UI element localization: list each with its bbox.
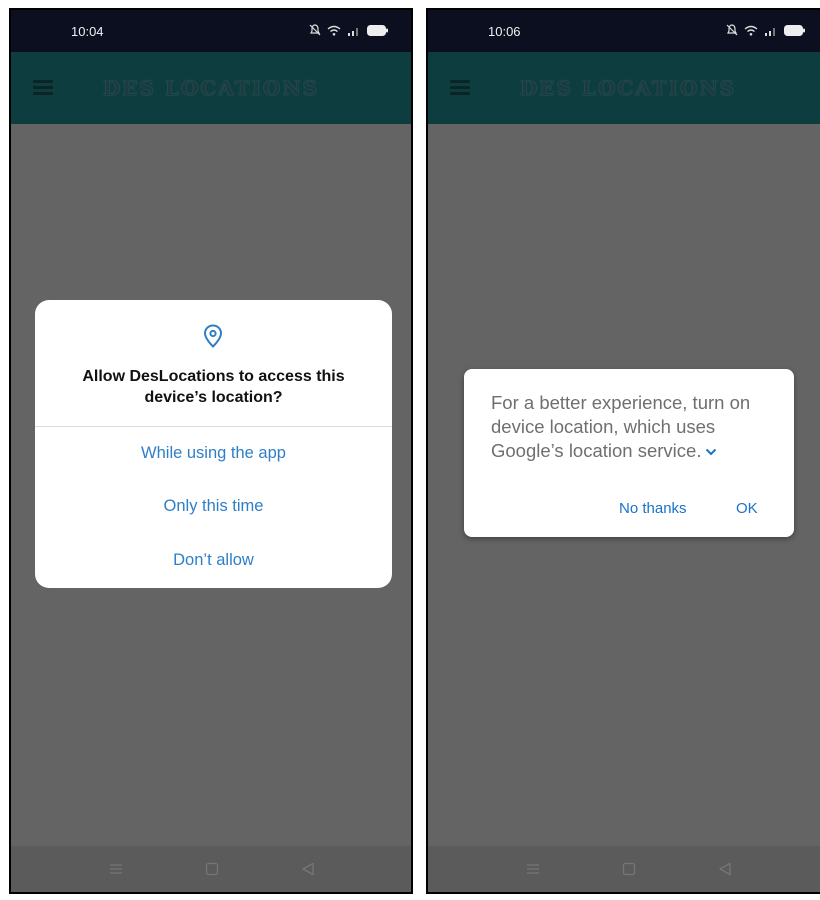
location-permission-dialog: Allow DesLocations to access this device… bbox=[35, 300, 392, 588]
dialog-title: Allow DesLocations to access this device… bbox=[82, 368, 345, 406]
app-title: DES LOCATIONS bbox=[102, 76, 320, 100]
location-pin-icon bbox=[203, 324, 223, 348]
menu-nav-icon[interactable] bbox=[526, 862, 540, 876]
status-icons bbox=[726, 24, 806, 36]
ok-button[interactable]: OK bbox=[736, 500, 758, 517]
back-nav-icon[interactable] bbox=[301, 862, 315, 876]
wifi-icon bbox=[327, 25, 341, 36]
battery-icon bbox=[367, 24, 388, 36]
chevron-down-icon[interactable] bbox=[705, 448, 717, 456]
status-time: 10:04 bbox=[71, 24, 104, 39]
status-time: 10:06 bbox=[488, 24, 521, 39]
dont-allow-button[interactable]: Don’t allow bbox=[35, 551, 392, 570]
home-nav-icon[interactable] bbox=[622, 862, 636, 876]
phone-screen-left: 10:04 DES LOCATIONS Allow DesLocations t… bbox=[9, 8, 413, 894]
home-nav-icon[interactable] bbox=[205, 862, 219, 876]
no-thanks-button[interactable]: No thanks bbox=[619, 500, 687, 517]
screen-content: 10:04 DES LOCATIONS Allow DesLocations t… bbox=[11, 10, 411, 892]
dialog-message: For a better experience, turn on device … bbox=[491, 391, 770, 463]
app-bar: DES LOCATIONS bbox=[428, 52, 820, 124]
back-nav-icon[interactable] bbox=[718, 862, 732, 876]
wifi-icon bbox=[744, 25, 758, 36]
only-this-time-button[interactable]: Only this time bbox=[35, 497, 392, 516]
app-bar: DES LOCATIONS bbox=[11, 52, 411, 124]
menu-nav-icon[interactable] bbox=[109, 862, 123, 876]
device-location-dialog: For a better experience, turn on device … bbox=[464, 369, 794, 537]
phone-screen-right: 10:06 DES LOCATIONS For a better experie… bbox=[426, 8, 820, 894]
mute-icon bbox=[726, 24, 738, 36]
divider bbox=[35, 426, 392, 427]
mute-icon bbox=[309, 24, 321, 36]
status-bar: 10:04 bbox=[11, 10, 411, 52]
status-bar: 10:06 bbox=[428, 10, 820, 52]
signal-icon bbox=[765, 27, 775, 36]
navigation-bar bbox=[428, 846, 820, 892]
navigation-bar bbox=[11, 846, 411, 892]
screen-content: 10:06 DES LOCATIONS For a better experie… bbox=[428, 10, 820, 892]
while-using-app-button[interactable]: While using the app bbox=[35, 444, 392, 463]
app-title: DES LOCATIONS bbox=[519, 76, 737, 100]
battery-icon bbox=[784, 24, 805, 36]
signal-icon bbox=[348, 27, 358, 36]
status-icons bbox=[309, 24, 389, 36]
